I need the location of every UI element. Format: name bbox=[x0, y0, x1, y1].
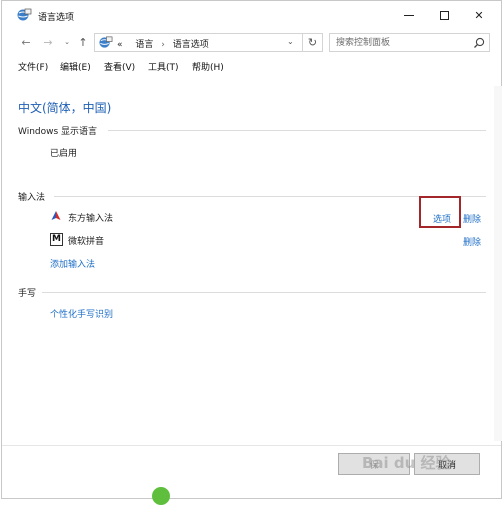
section-divider bbox=[42, 292, 486, 293]
add-input-method-link[interactable]: 添加输入法 bbox=[50, 257, 95, 270]
menu-file[interactable]: 文件(F) bbox=[18, 60, 48, 73]
recent-locations-button[interactable]: ⌄ bbox=[62, 33, 72, 51]
section-divider bbox=[108, 130, 486, 131]
address-dropdown-icon[interactable]: ⌄ bbox=[287, 37, 294, 46]
forward-button[interactable]: → bbox=[40, 33, 56, 51]
search-box[interactable] bbox=[329, 33, 490, 52]
back-button[interactable]: ← bbox=[18, 33, 34, 51]
input-method-remove-link[interactable]: 删除 bbox=[463, 235, 481, 248]
close-icon: ✕ bbox=[474, 8, 484, 22]
refresh-icon: ↻ bbox=[307, 36, 318, 49]
control-panel-icon bbox=[99, 36, 113, 48]
breadcrumb-separator: › bbox=[161, 40, 165, 50]
menu-view[interactable]: 查看(V) bbox=[104, 60, 135, 73]
page-title: 中文(简体，中国) bbox=[18, 101, 112, 115]
taskbar-green-icon bbox=[152, 487, 170, 505]
personalize-handwriting-link[interactable]: 个性化手写识别 bbox=[50, 307, 113, 320]
footer-divider bbox=[2, 445, 501, 446]
breadcrumb-overflow[interactable]: « bbox=[117, 40, 123, 50]
search-icon[interactable] bbox=[472, 36, 486, 50]
breadcrumb-item-language-options[interactable]: 语言选项 bbox=[173, 40, 209, 50]
display-language-status: 已启用 bbox=[50, 149, 78, 159]
ime-m-icon: M bbox=[50, 233, 63, 246]
watermark: Bai du 经验 bbox=[362, 454, 451, 472]
arrow-up-icon: ↑ bbox=[78, 35, 88, 49]
window-title: 语言选项 bbox=[38, 13, 75, 23]
highlight-annotation-box bbox=[419, 196, 461, 228]
menu-edit[interactable]: 编辑(E) bbox=[60, 60, 91, 73]
refresh-button[interactable]: ↻ bbox=[303, 33, 323, 52]
maximize-icon bbox=[439, 10, 449, 20]
search-input[interactable] bbox=[336, 36, 464, 50]
menu-tools[interactable]: 工具(T) bbox=[148, 60, 179, 73]
input-methods-section-label: 输入法 bbox=[18, 193, 46, 203]
language-options-window: 语言选项 ✕ ← → ⌄ ↑ « 语言 › 语言选项 ⌄ ↻ 搜索控制面板 文件… bbox=[1, 0, 502, 499]
display-language-section-label: Windows 显示语言 bbox=[18, 127, 98, 137]
address-bar[interactable]: « 语言 › 语言选项 ⌄ bbox=[94, 33, 303, 52]
breadcrumb-item-language[interactable]: 语言 bbox=[135, 40, 153, 50]
scrollbar-track[interactable] bbox=[494, 86, 502, 441]
minimize-button[interactable] bbox=[390, 4, 428, 26]
arrow-right-icon: → bbox=[43, 35, 53, 49]
input-method-name: 微软拼音 bbox=[68, 237, 105, 247]
handwriting-section-label: 手写 bbox=[18, 289, 37, 299]
navigation-bar: ← → ⌄ ↑ « 语言 › 语言选项 ⌄ ↻ bbox=[2, 31, 501, 55]
input-method-name: 东方输入法 bbox=[68, 214, 114, 224]
input-method-remove-link[interactable]: 删除 bbox=[463, 212, 481, 225]
menu-help[interactable]: 帮助(H) bbox=[192, 60, 224, 73]
minimize-icon bbox=[404, 14, 414, 16]
title-bar: 语言选项 ✕ bbox=[2, 1, 501, 31]
close-button[interactable]: ✕ bbox=[460, 4, 498, 26]
menu-bar: 文件(F) 编辑(E) 查看(V) 工具(T) 帮助(H) bbox=[2, 57, 501, 75]
chevron-down-icon: ⌄ bbox=[64, 38, 70, 46]
breadcrumb: « 语言 › 语言选项 bbox=[117, 37, 209, 50]
up-button[interactable]: ↑ bbox=[76, 33, 90, 51]
globe-language-icon bbox=[17, 8, 32, 21]
maximize-button[interactable] bbox=[425, 4, 463, 26]
ime-flag-icon bbox=[51, 211, 61, 220]
arrow-left-icon: ← bbox=[21, 35, 31, 49]
